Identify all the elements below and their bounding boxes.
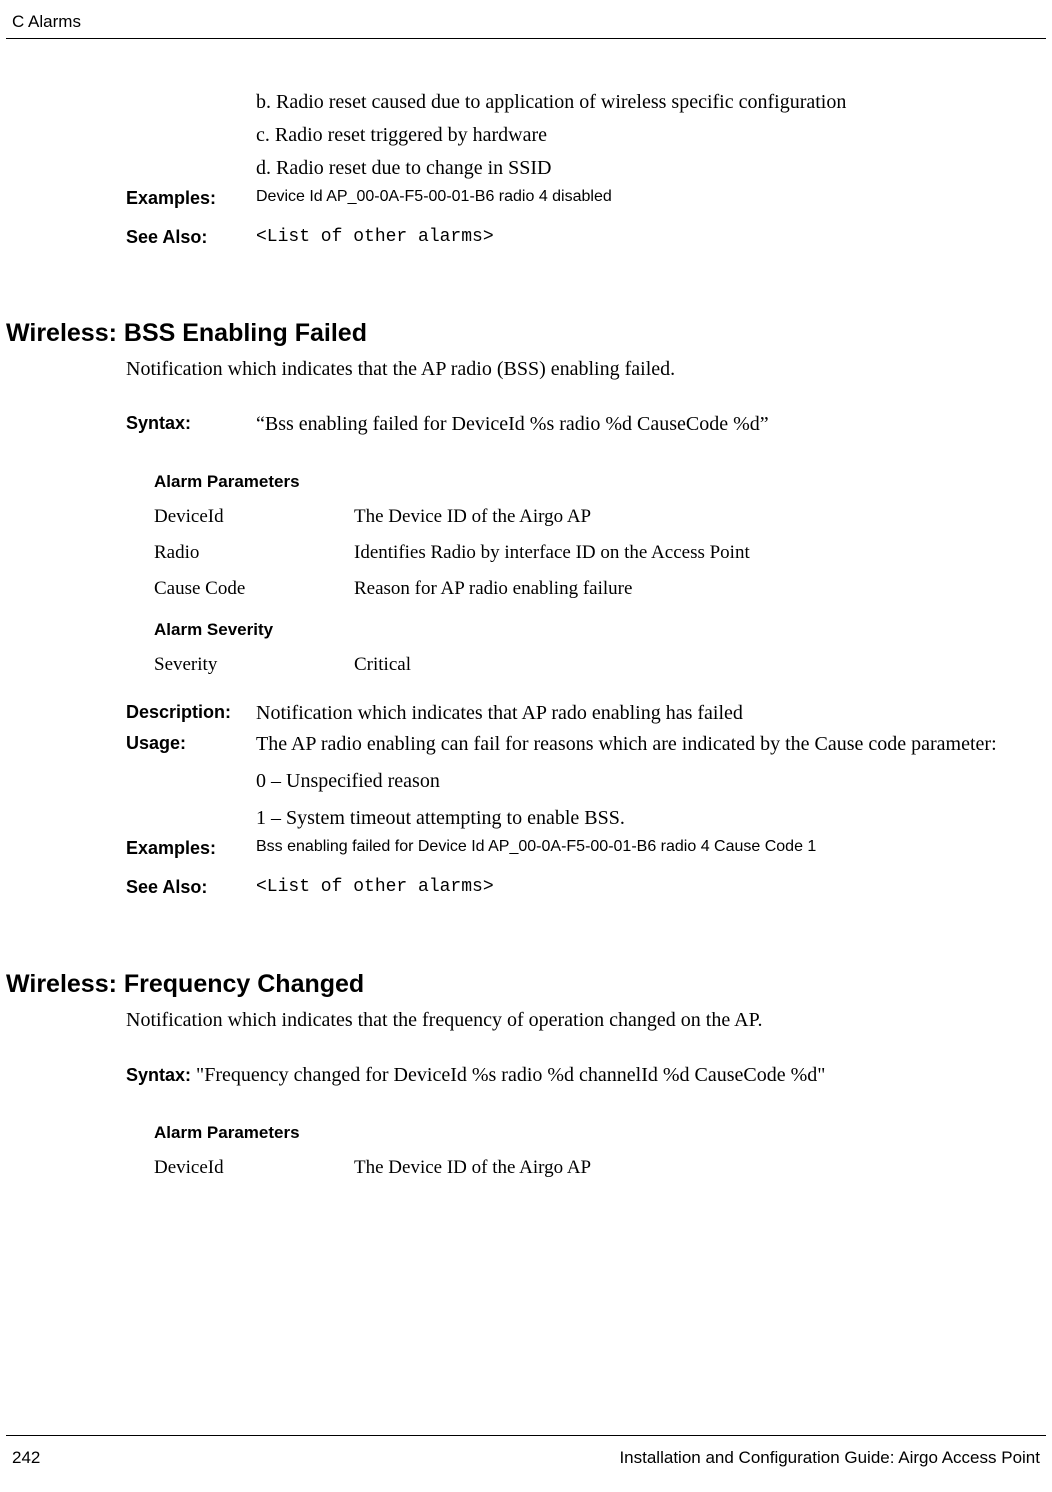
- param-name: Cause Code: [154, 578, 354, 600]
- page-number: 242: [12, 1448, 40, 1468]
- severity-desc: Critical: [354, 654, 1034, 676]
- param-desc: The Device ID of the Airgo AP: [354, 506, 1034, 528]
- heading-frequency-changed: Wireless: Frequency Changed: [6, 970, 1046, 999]
- severity-name: Severity: [154, 654, 354, 676]
- param-desc: Reason for AP radio enabling failure: [354, 578, 1034, 600]
- see-also-label: See Also:: [126, 875, 256, 898]
- examples-label: Examples:: [126, 186, 256, 209]
- alarm-parameters-heading: Alarm Parameters: [154, 472, 1034, 492]
- usage-line: 0 – Unspecified reason: [256, 768, 1034, 795]
- see-also-label: See Also:: [126, 225, 256, 248]
- syntax-value: "Frequency changed for DeviceId %s radio…: [196, 1064, 825, 1086]
- usage-line: The AP radio enabling can fail for reaso…: [256, 731, 1034, 758]
- frag-line-b: b. Radio reset caused due to application…: [256, 89, 1034, 116]
- heading-bss-enabling-failed: Wireless: BSS Enabling Failed: [6, 319, 1046, 348]
- running-header: C Alarms: [6, 0, 1046, 39]
- examples-value: Device Id AP_00-0A-F5-00-01-B6 radio 4 d…: [256, 186, 1034, 208]
- frag-line-c: c. Radio reset triggered by hardware: [256, 122, 1034, 149]
- frag-line-d: d. Radio reset due to change in SSID: [256, 155, 1034, 182]
- see-also-value: <List of other alarms>: [256, 225, 1034, 249]
- table-row: Severity Critical: [154, 654, 1034, 676]
- param-name: Radio: [154, 542, 354, 564]
- alarm-parameters-table: Alarm Parameters DeviceId The Device ID …: [154, 1123, 1034, 1179]
- header-left: C Alarms: [12, 12, 81, 32]
- see-also-value: <List of other alarms>: [256, 875, 1034, 899]
- examples-value: Bss enabling failed for Device Id AP_00-…: [256, 836, 1034, 858]
- syntax-label: Syntax:: [126, 1065, 196, 1085]
- param-name: DeviceId: [154, 1157, 354, 1179]
- alarm-parameters-heading: Alarm Parameters: [154, 1123, 1034, 1143]
- usage-label: Usage:: [126, 731, 256, 754]
- table-row: Radio Identifies Radio by interface ID o…: [154, 542, 1034, 564]
- running-footer: 242 Installation and Configuration Guide…: [6, 1435, 1046, 1474]
- section2-intro: Notification which indicates that the fr…: [126, 1007, 1034, 1034]
- description-label: Description:: [126, 700, 256, 723]
- table-row: Cause Code Reason for AP radio enabling …: [154, 578, 1034, 600]
- description-value: Notification which indicates that AP rad…: [256, 700, 1034, 727]
- table-row: DeviceId The Device ID of the Airgo AP: [154, 1157, 1034, 1179]
- table-row: DeviceId The Device ID of the Airgo AP: [154, 506, 1034, 528]
- alarm-parameters-table: Alarm Parameters DeviceId The Device ID …: [154, 472, 1034, 676]
- param-desc: Identifies Radio by interface ID on the …: [354, 542, 1034, 564]
- syntax-value: “Bss enabling failed for DeviceId %s rad…: [256, 411, 1034, 438]
- alarm-severity-heading: Alarm Severity: [154, 620, 1034, 640]
- usage-line: 1 – System timeout attempting to enable …: [256, 805, 1034, 832]
- examples-label: Examples:: [126, 836, 256, 859]
- section1-intro: Notification which indicates that the AP…: [126, 356, 1034, 383]
- syntax-label: Syntax:: [126, 411, 256, 434]
- param-desc: The Device ID of the Airgo AP: [354, 1157, 1034, 1179]
- footer-title: Installation and Configuration Guide: Ai…: [619, 1448, 1040, 1468]
- param-name: DeviceId: [154, 506, 354, 528]
